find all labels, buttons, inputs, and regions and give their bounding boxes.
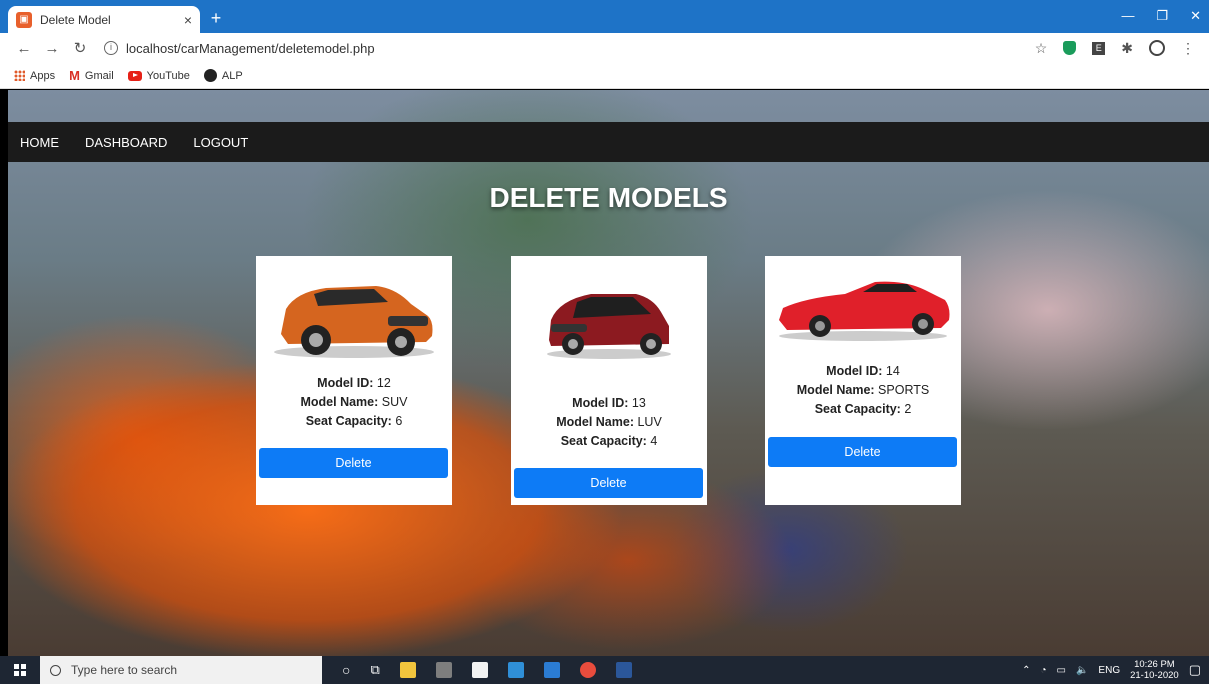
github-icon [203,69,217,82]
apps-grid-icon [14,70,25,81]
chevron-up-icon[interactable]: ⌃ [1022,665,1030,676]
bookmark-label: Gmail [84,69,114,82]
gmail-icon: M [69,68,80,83]
shield-extension-icon[interactable] [1063,41,1077,55]
browser-tabstrip: ▣ Delete Model × + — ❐ ✕ [0,0,1209,33]
browser-toolbar: ← → ↻ i localhost/carManagement/deletemo… [0,33,1209,63]
browser-tab[interactable]: ▣ Delete Model × [8,6,200,33]
notifications-icon[interactable]: ▢ [1189,662,1201,678]
model-card-14: Model ID: 14 Model Name: SPORTS Seat Cap… [765,256,961,505]
model-name-row: Model Name: LUV [556,415,662,429]
luv-car-image [547,294,671,359]
language-indicator[interactable]: ENG [1098,665,1120,676]
seat-capacity-row: Seat Capacity: 4 [560,434,658,448]
page-background: HOME DASHBOARD LOGOUT DELETE MODELS Mode… [8,90,1209,656]
bookmark-label: Apps [30,69,56,82]
puzzle-icon[interactable]: ✱ [1121,40,1133,57]
back-icon[interactable]: ← [14,40,34,57]
bookmarks-bar: Apps M Gmail YouTube ALP [0,63,1209,89]
model-details: Model ID: 13 Model Name: LUV Seat Capaci… [511,394,707,451]
delete-button[interactable]: Delete [259,448,448,478]
profile-avatar-icon[interactable] [1149,40,1165,56]
page-title: DELETE MODELS [489,182,728,213]
seat-capacity-row: Seat Capacity: 6 [305,414,403,428]
windows-logo-icon [14,664,26,676]
model-id-row: Model ID: 12 [317,376,391,390]
model-id-row: Model ID: 13 [572,396,646,410]
network-icon[interactable]: ◔ [1040,665,1046,676]
maximize-icon[interactable]: ❐ [1156,8,1168,24]
system-tray: ⌃ ◔ ▭ 🔈 ENG 10:26 PM 21-10-2020 ▢ [1022,656,1201,684]
youtube-icon [127,70,142,81]
bookmark-label: YouTube [146,69,190,82]
clock-time: 10:26 PM [1134,659,1175,670]
minimize-icon[interactable]: — [1121,8,1134,24]
tab-title: Delete Model [40,12,111,27]
url-text: localhost/carManagement/deletemodel.php [126,40,375,56]
model-card-12: Model ID: 12 Model Name: SUV Seat Capaci… [256,256,452,505]
model-name-row: Model Name: SPORTS [796,383,930,397]
model-card-13: Model ID: 13 Model Name: LUV Seat Capaci… [511,256,707,505]
delete-button[interactable]: Delete [768,437,957,467]
battery-icon[interactable]: ▭ [1057,665,1066,676]
start-button[interactable] [0,656,40,684]
window-controls: — ❐ ✕ [1121,8,1201,24]
model-details: Model ID: 12 Model Name: SUV Seat Capaci… [256,374,452,431]
model-name-row: Model Name: SUV [300,395,408,409]
bookmark-youtube[interactable]: YouTube [127,69,190,82]
mail-icon[interactable] [507,662,524,678]
word-icon[interactable] [615,662,632,678]
model-details: Model ID: 14 Model Name: SPORTS Seat Cap… [765,362,961,419]
new-tab-button[interactable]: + [206,8,226,28]
sports-car-image [779,281,950,341]
bookmark-gmail[interactable]: M Gmail [69,68,114,83]
taskbar-apps: ○ ⧉ [342,662,632,678]
address-bar[interactable]: i localhost/carManagement/deletemodel.ph… [104,41,1035,56]
forward-icon[interactable]: → [42,40,62,57]
clock-date: 21-10-2020 [1130,670,1179,681]
nav-logout-link[interactable]: LOGOUT [193,135,248,150]
vscode-icon[interactable] [543,662,560,678]
onenote-icon[interactable] [435,662,452,678]
nav-home-link[interactable]: HOME [20,135,59,150]
menu-kebab-icon[interactable]: ⋮ [1181,40,1195,57]
search-placeholder: Type here to search [71,663,178,677]
search-icon [50,664,61,676]
model-id-row: Model ID: 14 [826,364,900,378]
volume-icon[interactable]: 🔈 [1076,665,1088,676]
reload-icon[interactable]: ↻ [70,39,90,57]
file-explorer-icon[interactable] [399,662,416,678]
info-icon[interactable]: i [104,41,118,55]
task-view-icon[interactable]: ⧉ [370,662,379,678]
close-window-icon[interactable]: ✕ [1190,8,1201,24]
bookmark-alp[interactable]: ALP [203,69,243,82]
cortana-icon[interactable]: ○ [342,662,350,678]
suv-car-image [274,286,434,358]
site-navbar: HOME DASHBOARD LOGOUT [8,122,1209,162]
bookmark-label: ALP [221,69,243,82]
star-icon[interactable]: ☆ [1035,40,1048,57]
seat-capacity-row: Seat Capacity: 2 [814,402,912,416]
delete-button[interactable]: Delete [514,468,703,498]
store-icon[interactable] [471,662,488,678]
taskbar-search[interactable]: Type here to search [40,656,322,684]
windows-taskbar: Type here to search ○ ⧉ ⌃ ◔ ▭ 🔈 ENG 10:2… [0,656,1209,684]
bookmark-apps[interactable]: Apps [14,70,55,82]
clock[interactable]: 10:26 PM 21-10-2020 [1130,659,1179,681]
favicon-icon: ▣ [16,11,32,28]
chrome-icon[interactable] [579,662,596,678]
close-tab-icon[interactable]: × [184,12,192,28]
extension-e-icon[interactable]: E [1092,41,1106,55]
nav-dashboard-link[interactable]: DASHBOARD [85,135,167,150]
